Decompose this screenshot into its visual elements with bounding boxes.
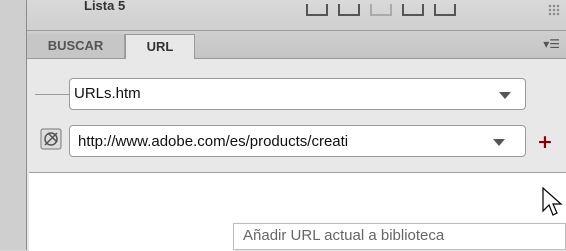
resize-grip-icon[interactable] xyxy=(548,4,560,16)
url-select-value: http://www.adobe.com/es/products/creati xyxy=(78,133,349,150)
divider-line xyxy=(35,94,69,95)
add-url-button[interactable]: + xyxy=(537,131,553,153)
toolbar-tool-icon[interactable] xyxy=(306,4,328,16)
panel-tab-bar: BUSCAR URL ▾☰ xyxy=(27,31,566,59)
dropdown-arrow-icon[interactable] xyxy=(493,139,505,146)
file-select[interactable]: URLs.htm xyxy=(69,78,526,110)
top-toolbar: Lista 5 xyxy=(0,0,566,31)
file-select-value: URLs.htm xyxy=(74,85,141,102)
tooltip: Añadir URL actual a biblioteca xyxy=(233,223,566,250)
tab-url[interactable]: URL xyxy=(125,34,195,59)
url-select[interactable]: http://www.adobe.com/es/products/creati xyxy=(69,125,526,157)
tooltip-text: Añadir URL actual a biblioteca xyxy=(243,227,445,244)
arrow-cursor-icon xyxy=(542,187,563,216)
globe-url-icon xyxy=(40,128,62,150)
toolbar-tool-icon[interactable] xyxy=(370,4,392,16)
top-toolbar-title: Lista 5 xyxy=(84,0,126,13)
toolbar-tool-icon[interactable] xyxy=(402,4,424,16)
left-frame xyxy=(0,0,27,250)
url-assets-panel: BUSCAR URL ▾☰ URLs.htm http://www.adobe.… xyxy=(27,31,566,251)
panel-menu-icon[interactable]: ▾☰ xyxy=(543,37,560,51)
toolbar-tool-icon[interactable] xyxy=(338,4,360,16)
tab-buscar[interactable]: BUSCAR xyxy=(27,34,125,58)
toolbar-tool-icon[interactable] xyxy=(434,4,456,16)
dropdown-arrow-icon[interactable] xyxy=(499,92,511,99)
